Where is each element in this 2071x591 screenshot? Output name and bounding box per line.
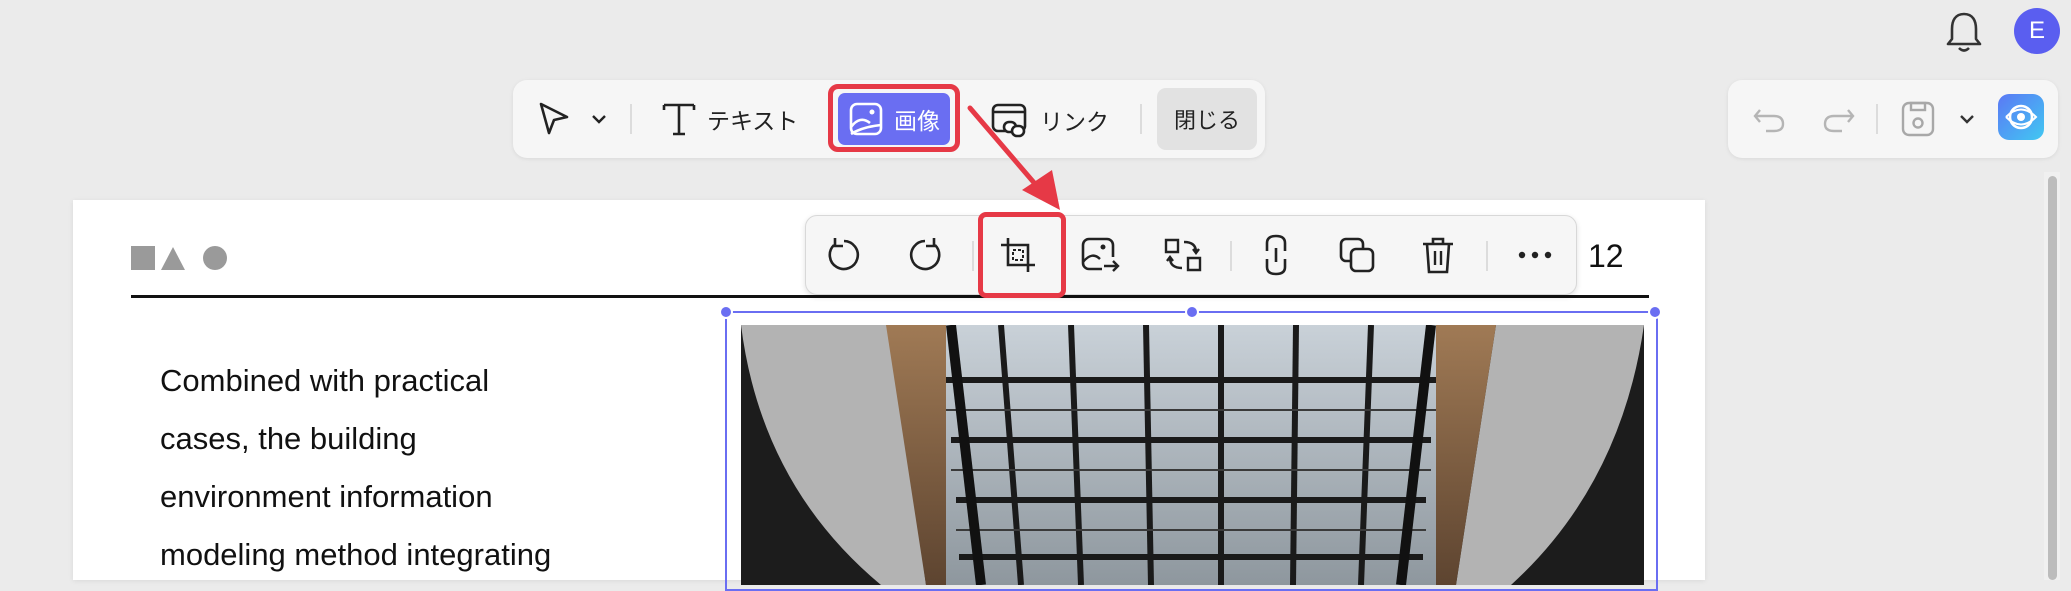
resize-handle[interactable] — [1185, 305, 1199, 319]
resize-handle[interactable] — [1648, 305, 1662, 319]
delete-button[interactable] — [1416, 233, 1460, 277]
image-link-button[interactable] — [1254, 233, 1298, 277]
body-line: Combined with practical — [160, 363, 490, 398]
flip-button[interactable] — [1161, 233, 1205, 277]
undo-icon[interactable] — [1752, 104, 1786, 134]
body-line: modeling method integrating — [160, 537, 552, 572]
notification-bell-icon[interactable] — [1944, 10, 1984, 54]
ai-assistant-button[interactable] — [1998, 94, 2044, 140]
user-avatar[interactable]: E — [2014, 8, 2060, 54]
body-line: environment information — [160, 479, 493, 514]
rotate-right-button[interactable] — [903, 233, 947, 277]
rotate-left-button[interactable] — [822, 233, 866, 277]
trash-icon — [1420, 235, 1456, 275]
chevron-down-icon[interactable] — [1959, 113, 1975, 125]
replace-image-icon — [1080, 235, 1122, 275]
copy-button[interactable] — [1335, 233, 1379, 277]
close-label: 閉じる — [1173, 108, 1240, 133]
ai-assistant-icon — [1998, 94, 2044, 140]
page-number: 12 — [1588, 238, 1624, 274]
pointer-icon — [535, 100, 573, 138]
close-button[interactable]: 閉じる — [1157, 88, 1257, 150]
scrollbar-thumb[interactable] — [2048, 176, 2057, 580]
image-icon — [848, 101, 884, 137]
avatar-letter: E — [2028, 17, 2045, 44]
body-line: cases, the building — [160, 421, 417, 456]
more-icon — [1517, 250, 1553, 260]
annotation-arrow — [960, 100, 1070, 215]
flip-icon — [1162, 234, 1204, 276]
image-tool-label: 画像 — [894, 108, 940, 134]
image-tool-button[interactable]: 画像 — [838, 93, 950, 145]
select-tool-button[interactable] — [535, 100, 607, 138]
text-tool-label: テキスト — [707, 108, 799, 134]
link-icon — [1261, 233, 1291, 277]
text-tool-button[interactable]: テキスト — [661, 100, 798, 138]
image-selection-frame — [719, 305, 1662, 591]
body-paragraph[interactable]: Combined with practical cases, the build… — [160, 352, 720, 584]
rotate-right-icon — [905, 235, 945, 275]
redo-icon[interactable] — [1822, 104, 1856, 134]
rotate-left-icon — [824, 235, 864, 275]
shapes-logo-icon — [131, 245, 231, 271]
replace-image-button[interactable] — [1079, 233, 1123, 277]
copy-icon — [1337, 235, 1377, 275]
more-options-button[interactable] — [1513, 233, 1557, 277]
save-icon[interactable] — [1900, 100, 1936, 138]
chevron-down-icon[interactable] — [591, 113, 607, 125]
image-edit-toolbar — [805, 215, 1577, 295]
resize-handle[interactable] — [719, 305, 733, 319]
crop-button-highlight — [978, 212, 1066, 298]
header-rule — [131, 295, 1649, 298]
text-icon — [661, 100, 697, 138]
